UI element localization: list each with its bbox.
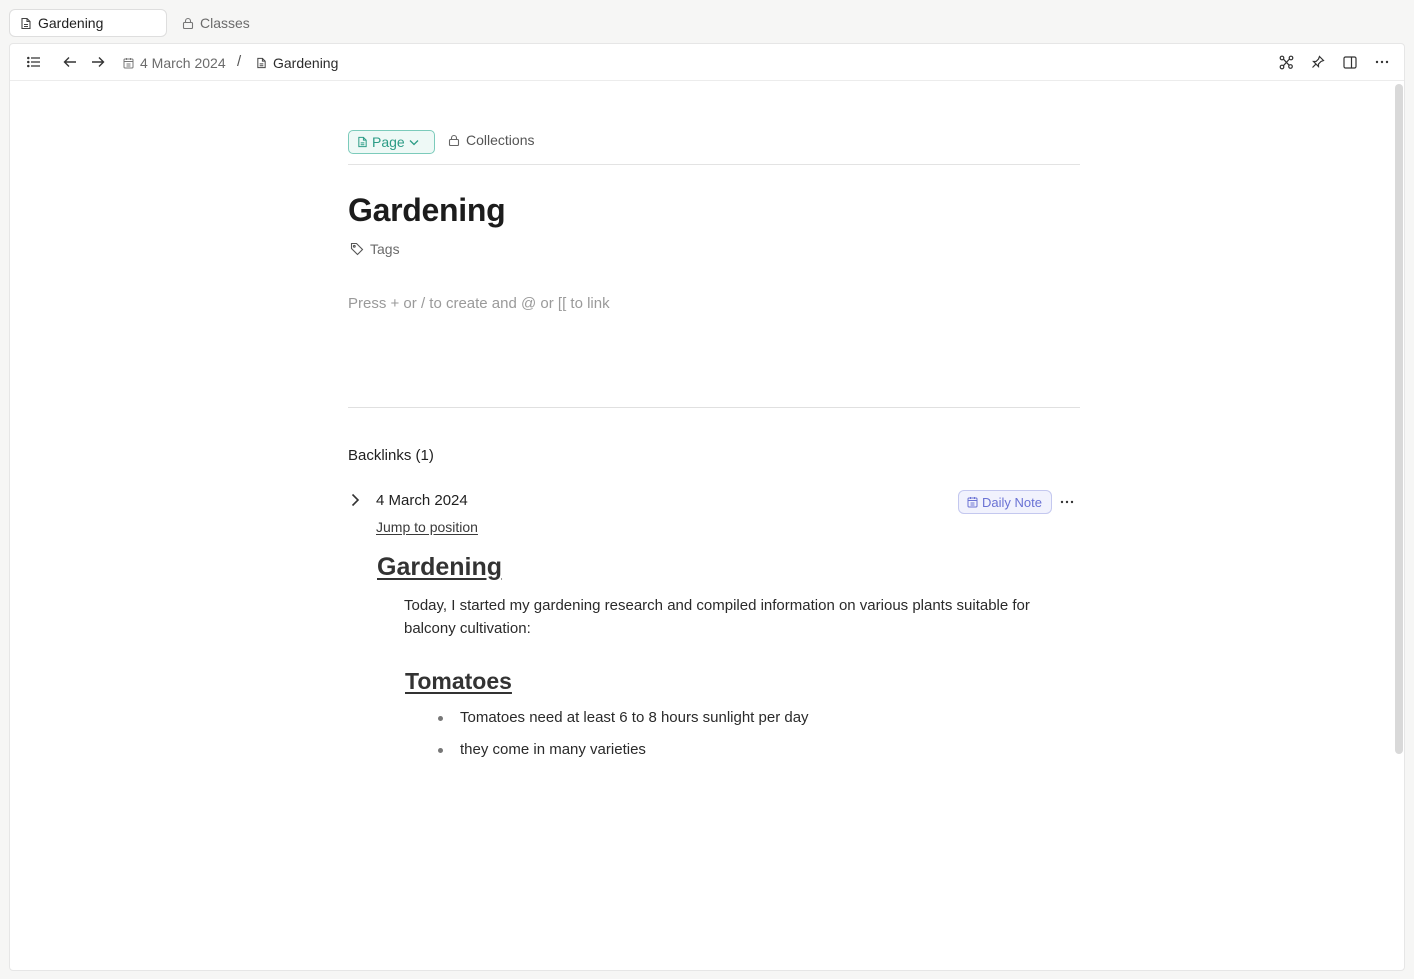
breadcrumb-item-date[interactable]: 4 March 2024 bbox=[123, 53, 226, 73]
breadcrumb-label: 4 March 2024 bbox=[140, 55, 226, 71]
tab-gardening[interactable]: Gardening bbox=[9, 9, 167, 37]
jump-to-position-link[interactable]: Jump to position bbox=[376, 519, 478, 535]
calendar-icon bbox=[967, 496, 978, 508]
chevron-right-icon[interactable] bbox=[350, 493, 360, 507]
chevron-down-icon bbox=[409, 139, 419, 146]
backlink-title[interactable]: 4 March 2024 bbox=[376, 492, 468, 509]
back-button[interactable] bbox=[60, 52, 80, 72]
page-meta-row: Page Collections bbox=[348, 130, 1080, 165]
page-content: Page Collections Gardening Tags Press + … bbox=[348, 130, 1080, 758]
tags-button[interactable]: Tags bbox=[350, 241, 400, 257]
collections-button[interactable]: Collections bbox=[448, 132, 534, 148]
section-divider bbox=[348, 407, 1080, 408]
pin-button[interactable] bbox=[1308, 52, 1328, 72]
page-type-label: Page bbox=[372, 134, 405, 150]
graph-icon bbox=[1279, 55, 1293, 69]
more-options-button[interactable] bbox=[1372, 52, 1392, 72]
calendar-icon bbox=[123, 57, 134, 69]
daily-note-badge[interactable]: Daily Note bbox=[958, 490, 1052, 514]
tab-label: Gardening bbox=[38, 15, 104, 31]
more-horizontal-icon bbox=[1060, 500, 1074, 504]
backlink-paragraph[interactable]: Today, I started my gardening research a… bbox=[404, 594, 1080, 640]
editor-placeholder[interactable]: Press + or / to create and @ or [[ to li… bbox=[348, 295, 610, 312]
list-item-text: Tomatoes need at least 6 to 8 hours sunl… bbox=[460, 709, 809, 726]
graph-button[interactable] bbox=[1276, 52, 1296, 72]
tab-bar: Gardening Classes bbox=[0, 0, 1414, 44]
lock-icon bbox=[448, 134, 460, 147]
pin-icon bbox=[1312, 54, 1325, 68]
sidebar-icon bbox=[1343, 55, 1357, 69]
list-item[interactable]: Tomatoes need at least 6 to 8 hours sunl… bbox=[436, 708, 809, 740]
page-icon bbox=[357, 136, 368, 148]
breadcrumb-item-page[interactable]: Gardening bbox=[256, 53, 338, 73]
list-item[interactable]: they come in many varieties bbox=[436, 740, 809, 772]
bullet-dot bbox=[438, 748, 443, 753]
lock-icon bbox=[182, 17, 194, 30]
outline-toggle-button[interactable] bbox=[24, 52, 44, 72]
collections-label: Collections bbox=[466, 132, 535, 148]
main-window: 4 March 2024 / Gardening Page Collection… bbox=[9, 43, 1405, 971]
tab-classes[interactable]: Classes bbox=[172, 9, 260, 37]
bullet-dot bbox=[438, 716, 443, 721]
arrow-right-icon bbox=[92, 57, 105, 67]
page-title[interactable]: Gardening bbox=[348, 192, 506, 229]
more-horizontal-icon bbox=[1375, 60, 1389, 64]
sidebar-toggle-button[interactable] bbox=[1340, 52, 1360, 72]
badge-label: Daily Note bbox=[982, 494, 1042, 510]
backlink-subheading[interactable]: Tomatoes bbox=[405, 668, 512, 695]
page-icon bbox=[256, 57, 267, 69]
breadcrumb-separator: / bbox=[237, 53, 242, 70]
breadcrumb-label: Gardening bbox=[273, 55, 339, 71]
backlink-item: 4 March 2024 Daily Note bbox=[348, 490, 1080, 514]
scrollbar[interactable] bbox=[1395, 84, 1403, 754]
backlinks-header: Backlinks (1) bbox=[348, 447, 434, 464]
backlink-heading[interactable]: Gardening bbox=[377, 553, 502, 582]
page-icon bbox=[20, 17, 32, 30]
backlink-bullet-list: Tomatoes need at least 6 to 8 hours sunl… bbox=[436, 708, 809, 772]
tab-label: Classes bbox=[200, 15, 250, 31]
forward-button[interactable] bbox=[88, 52, 108, 72]
list-icon bbox=[27, 56, 40, 68]
page-type-dropdown[interactable]: Page bbox=[348, 130, 435, 154]
list-item-text: they come in many varieties bbox=[460, 741, 646, 758]
backlink-more-button[interactable] bbox=[1060, 492, 1074, 512]
arrow-left-icon bbox=[63, 57, 76, 67]
toolbar: 4 March 2024 / Gardening bbox=[10, 44, 1404, 81]
tags-label: Tags bbox=[370, 241, 400, 257]
tag-icon bbox=[350, 242, 364, 256]
